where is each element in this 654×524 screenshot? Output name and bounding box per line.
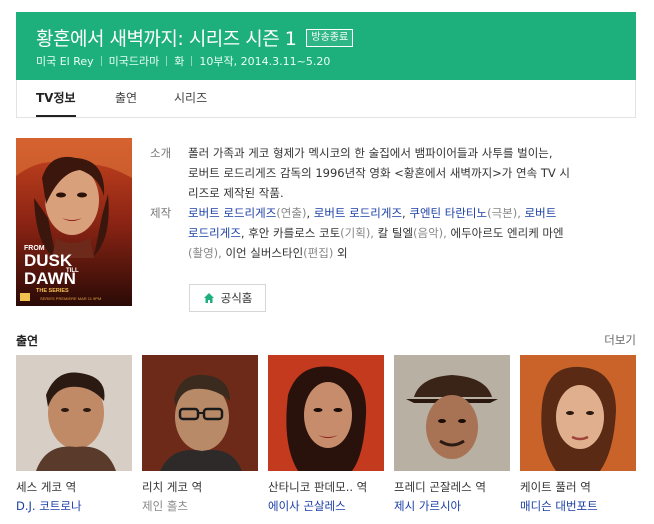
- credit-writer-2[interactable]: 쿠엔틴 타란티노: [409, 206, 487, 220]
- cast-role: 산타니코 판데모.. 역: [268, 480, 368, 494]
- credit-role: (극본),: [487, 206, 521, 220]
- credit-role: (기획),: [340, 226, 374, 240]
- cast-more-link[interactable]: 더보기: [604, 332, 636, 348]
- credit-producer-cont[interactable]: 로드리게즈: [188, 226, 241, 240]
- official-homepage-label: 공식홈: [220, 291, 253, 305]
- cast-card[interactable]: 프레디 곤잘레스 역 제시 가르시아: [394, 355, 510, 513]
- tab-tv-info[interactable]: TV정보: [36, 80, 76, 117]
- cast-card[interactable]: 리치 게코 역 제인 홀츠: [142, 355, 258, 513]
- credit-cinematographer: 에두아르도 엔리케 마엔: [450, 226, 564, 240]
- synopsis-line: 로버트 로드리게즈 감독의 1996년작 영화 <황혼에서 새벽까지>가 연속 …: [188, 166, 570, 180]
- meta-day: 화: [174, 55, 185, 68]
- meta-divider: [166, 56, 168, 66]
- program-poster[interactable]: FROM DUSK TILL DAWN THE SERIES SERIES PR…: [16, 138, 132, 306]
- credit-role: (편집): [303, 246, 334, 260]
- meta-episodes: 10부작, 2014.3.11~5.20: [199, 55, 331, 68]
- credit-director[interactable]: 로버트 로드리게즈: [188, 206, 276, 220]
- synopsis-text: 폴러 가족과 게코 형제가 멕시코의 한 술집에서 뱀파이어들과 사투를 벌이는…: [188, 143, 608, 203]
- program-header: 황혼에서 새벽까지: 시리즈 시즌 1 방송종료 미국 El Rey 미국드라마…: [16, 12, 636, 80]
- cast-actor-name: 제인 홀츠: [142, 499, 188, 513]
- poster-subtitle: THE SERIES: [36, 288, 69, 294]
- cast-photo[interactable]: [16, 355, 132, 471]
- tab-series[interactable]: 시리즈: [174, 80, 207, 117]
- cast-actor-link[interactable]: 매디슨 대번포트: [520, 498, 598, 514]
- cast-actor-link[interactable]: D.J. 코트로나: [16, 498, 82, 514]
- poster-image: FROM DUSK TILL DAWN THE SERIES SERIES PR…: [16, 138, 132, 306]
- credit-editor: 이언 실버스타인: [225, 246, 304, 260]
- cast-role: 세스 게코 역: [16, 480, 77, 494]
- home-icon: [203, 293, 214, 303]
- synopsis-line: 폴러 가족과 게코 형제가 멕시코의 한 술집에서 뱀파이어들과 사투를 벌이는…: [188, 146, 553, 160]
- cast-card[interactable]: 세스 게코 역 D.J. 코트로나: [16, 355, 132, 513]
- credit-music: 칼 틸엘: [377, 226, 414, 240]
- tab-bar: TV정보 출연 시리즈: [16, 80, 636, 118]
- tab-cast[interactable]: 출연: [115, 80, 137, 117]
- credit-etc: 외: [336, 246, 348, 260]
- production-label: 제작: [150, 206, 172, 220]
- cast-role: 프레디 곤잘레스 역: [394, 480, 486, 494]
- poster-title-dawn: DAWN: [24, 269, 76, 288]
- credit-writer[interactable]: 로버트 로드리게즈: [314, 206, 402, 220]
- program-meta: 미국 El Rey 미국드라마 화 10부작, 2014.3.11~5.20: [36, 53, 330, 69]
- program-title[interactable]: 황혼에서 새벽까지: 시리즈 시즌 1: [36, 24, 297, 51]
- cast-role: 케이트 풀러 역: [520, 480, 591, 494]
- poster-premiere: SERIES PREMIERE MAR 11 9PM: [40, 296, 101, 301]
- credit-sep: ,: [240, 226, 245, 240]
- cast-photo[interactable]: [520, 355, 636, 471]
- credit-sep: ,: [402, 206, 406, 220]
- meta-divider: [191, 56, 193, 66]
- title-row: 황혼에서 새벽까지: 시리즈 시즌 1 방송종료: [36, 24, 354, 51]
- channel-logo: [20, 293, 30, 301]
- cast-photo[interactable]: [268, 355, 384, 471]
- cast-card[interactable]: 케이트 풀러 역 매디슨 대번포트: [520, 355, 636, 513]
- cast-section-title: 출연: [16, 334, 39, 348]
- production-credits: 로버트 로드리게즈(연출), 로버트 로드리게즈, 쿠엔틴 타란티노(극본), …: [188, 206, 564, 260]
- synopsis-line: 리즈로 제작된 작품.: [188, 186, 284, 200]
- credit-role: (촬영),: [188, 246, 222, 260]
- credit-producer[interactable]: 로버트: [525, 206, 557, 220]
- cast-photo[interactable]: [142, 355, 258, 471]
- broadcast-status-badge: 방송종료: [306, 28, 354, 47]
- meta-channel: 미국 El Rey: [36, 55, 94, 68]
- credit-planner: 후안 카를로스 코토: [248, 226, 341, 240]
- credit-role: (음악),: [413, 226, 447, 240]
- cast-card[interactable]: 산타니코 판데모.. 역 에이사 곤살레스: [268, 355, 384, 513]
- meta-divider: [100, 56, 102, 66]
- credit-role: (연출): [276, 206, 307, 220]
- official-homepage-button[interactable]: 공식홈: [189, 284, 266, 312]
- synopsis-label: 소개: [150, 146, 172, 160]
- meta-genre: 미국드라마: [108, 55, 160, 68]
- cast-actor-link[interactable]: 제시 가르시아: [394, 498, 461, 514]
- cast-actor-link[interactable]: 에이사 곤살레스: [268, 498, 346, 514]
- cast-role: 리치 게코 역: [142, 480, 203, 494]
- cast-photo[interactable]: [394, 355, 510, 471]
